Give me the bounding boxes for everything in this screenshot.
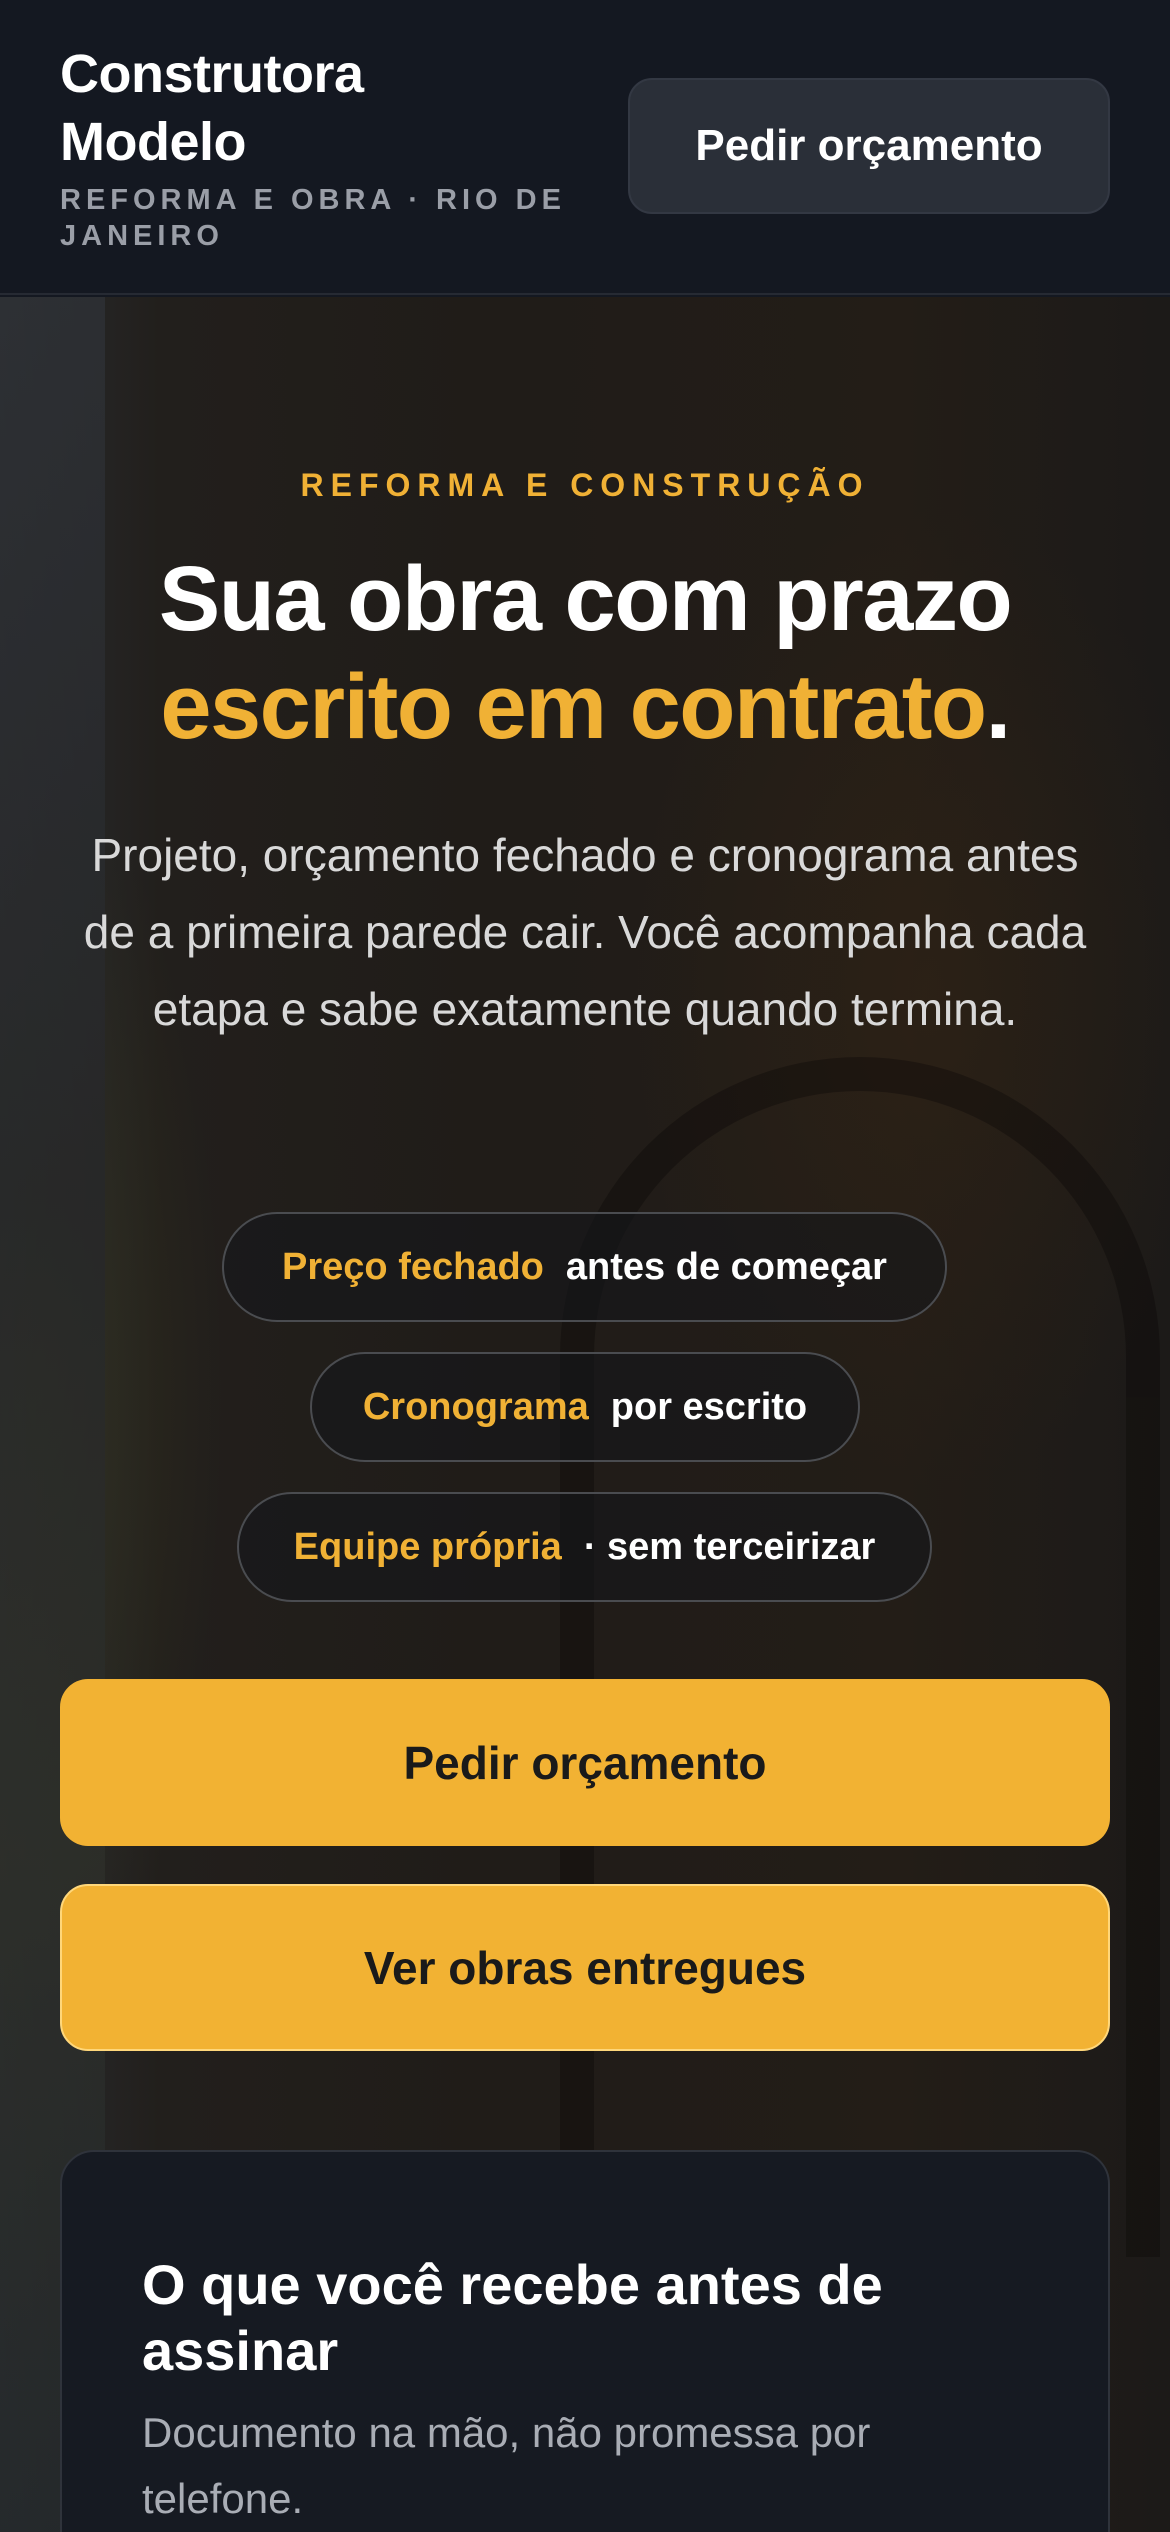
view-projects-button[interactable]: Ver obras entregues <box>60 1884 1110 2051</box>
feature-pill-price: Preço fechado antes de começar <box>222 1212 947 1322</box>
brand-logo-text[interactable]: Construtora Modelo <box>60 40 580 176</box>
hero-eyebrow: REFORMA E CONSTRUÇÃO <box>300 467 870 503</box>
headline-accent: escrito em contrato <box>160 656 987 758</box>
feature-pill-team: Equipe própria · sem terceirizar <box>237 1492 932 1602</box>
hero-section: REFORMA E CONSTRUÇÃO Sua obra com prazo … <box>0 297 1170 2532</box>
pill-rest: por escrito <box>610 1385 808 1428</box>
pill-strong: Equipe própria <box>293 1525 562 1568</box>
header-quote-button[interactable]: Pedir orçamento <box>628 78 1110 214</box>
primary-quote-button[interactable]: Pedir orçamento <box>60 1679 1110 1846</box>
pill-rest: antes de começar <box>565 1245 887 1288</box>
hero-lead-text: Projeto, orçamento fechado e cronograma … <box>83 829 1087 1035</box>
info-card: O que você recebe antes de assinar Docum… <box>60 2150 1110 2532</box>
brand-tagline: REFORMA E OBRA · RIO DE JANEIRO <box>60 184 566 252</box>
feature-pill-schedule: Cronograma por escrito <box>310 1352 860 1462</box>
brand-name-line2: Modelo <box>60 112 246 172</box>
card-title: O que você recebe antes de assinar <box>142 2253 883 2382</box>
card-text: Documento na mão, não promessa por telef… <box>142 2409 871 2522</box>
pill-strong: Preço fechado <box>282 1245 544 1288</box>
brand-name-line1: Construtora <box>60 44 364 104</box>
pill-rest: · sem terceirizar <box>583 1525 876 1568</box>
headline-line1: Sua obra com prazo <box>158 548 1013 650</box>
hero-headline: Sua obra com prazo escrito em contrato. <box>40 545 1130 761</box>
pill-strong: Cronograma <box>362 1385 589 1428</box>
headline-end: . <box>985 656 1012 758</box>
site-header: Construtora Modelo REFORMA E OBRA · RIO … <box>0 0 1170 295</box>
